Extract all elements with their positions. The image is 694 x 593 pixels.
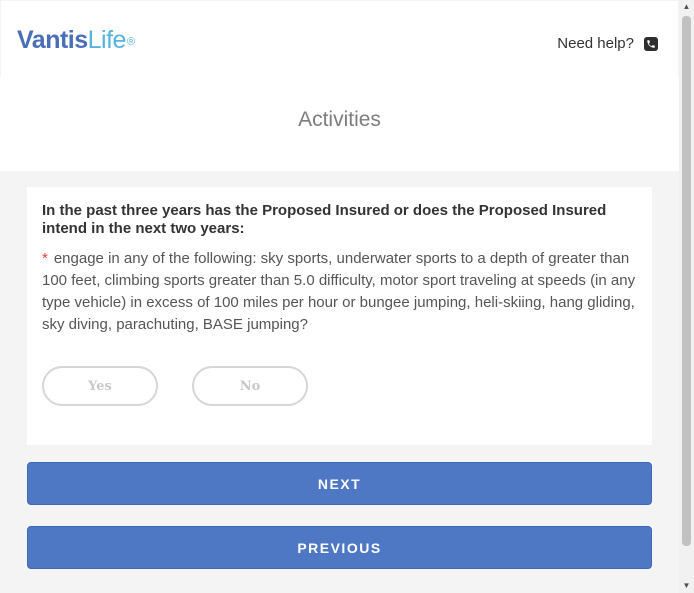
need-help-label: Need help?	[557, 35, 634, 52]
logo-registered-mark: ®	[126, 36, 135, 48]
previous-button[interactable]: PREVIOUS	[27, 526, 652, 569]
question-detail-text: engage in any of the following: sky spor…	[42, 250, 636, 333]
page-title: Activities	[298, 108, 381, 131]
scrollbar-thumb[interactable]	[682, 16, 691, 546]
required-marker: *	[42, 250, 48, 267]
question-card: In the past three years has the Proposed…	[27, 187, 652, 445]
title-band: Activities	[0, 77, 679, 171]
logo-text-vantis: Vantis	[17, 26, 88, 54]
vantis-life-logo[interactable]: VantisLife®	[17, 25, 135, 55]
question-detail: * engage in any of the following: sky spo…	[42, 248, 637, 336]
site-header: VantisLife® Need help?	[1, 1, 678, 77]
phone-icon[interactable]	[644, 36, 658, 51]
no-button[interactable]: No	[192, 366, 308, 406]
next-button[interactable]: NEXT	[27, 462, 652, 505]
vertical-scrollbar[interactable]: ▲ ▼	[679, 0, 694, 593]
need-help-link[interactable]: Need help?	[557, 35, 658, 52]
scroll-up-arrow-icon[interactable]: ▲	[679, 0, 694, 14]
browser-frame: VantisLife® Need help? Activities In the…	[0, 0, 694, 593]
scroll-down-arrow-icon[interactable]: ▼	[679, 579, 694, 593]
logo-text-life: Life	[87, 26, 127, 54]
yes-button[interactable]: Yes	[42, 366, 158, 406]
phone-glyph	[647, 39, 655, 48]
question-heading: In the past three years has the Proposed…	[42, 202, 607, 237]
page-viewport: VantisLife® Need help? Activities In the…	[0, 0, 679, 593]
